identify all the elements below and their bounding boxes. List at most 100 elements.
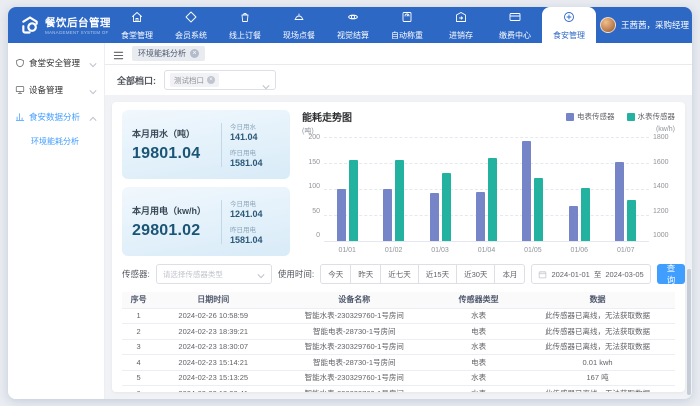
date-start: 2024-01-01 [551,270,589,279]
table-cell: 电表 [437,355,520,371]
axis-tick: 150 [302,159,320,166]
bar-group-01/05 [522,137,543,241]
bar-水表传感器 [581,188,590,241]
nav-item-label: 食堂管理 [121,30,153,41]
nav-item-会员系统[interactable]: 会员系统 [164,7,218,43]
nav-item-label: 自动称重 [391,30,423,41]
table-cell: 2024-02-23 15:13:25 [155,370,271,386]
axis-tick: 1800 [653,134,675,141]
device-icon [15,85,25,95]
search-button[interactable]: 查询 [657,264,685,284]
chart-bars [324,137,649,241]
nav-item-label: 线上订餐 [229,30,261,41]
bar-电表传感器 [337,189,346,241]
nav-item-食安管理[interactable]: 食安管理 [542,7,596,43]
bar-group-01/07 [615,137,636,241]
sensor-filter-label: 传感器: [122,268,150,280]
table-cell: 2024-02-23 18:30:07 [155,339,271,355]
sidebar: 食堂安全管理设备管理食安数据分析环境能耗分析 [8,43,105,399]
axis-tick: 100 [302,183,320,190]
collapse-menu-icon[interactable] [113,48,124,59]
bar-水表传感器 [349,160,358,241]
quick-range-今天[interactable]: 今天 [320,264,351,284]
stall-select[interactable]: 测试档口 × [164,70,276,90]
table-cell: 1 [122,308,155,324]
quick-range-近30天[interactable]: 近30天 [456,264,495,284]
header-nav: 食堂管理会员系统线上订餐 现场点餐视觉结算自动称重 进销存 缴费中心食安管理 [110,7,596,43]
table-cell: 智能电表-28730-1号房间 [271,324,437,340]
axis-tick: 1400 [653,183,675,190]
scrollbar-thumb[interactable] [687,269,691,395]
nav-item-线上订餐[interactable]: 线上订餐 [218,7,272,43]
app-window: 餐饮后台管理系统 MANAGEMENT SYSTEM OF SMART CANT… [8,7,692,399]
tab-environment-energy[interactable]: 环境能耗分析 × [132,46,205,61]
table-cell: 3 [122,339,155,355]
app-title: 餐饮后台管理系统 [45,15,110,30]
table-cell: 水表 [437,386,520,393]
stall-tag-label: 测试档口 [174,75,204,86]
sensor-data-table: 序号日期时间设备名称传感器类型数据 12024-02-26 10:58:59智能… [122,292,675,392]
sidebar-subitem-环境能耗分析[interactable]: 环境能耗分析 [8,130,104,153]
legend-item-水表传感器[interactable]: 水表传感器 [627,111,676,122]
x-tick: 01/05 [524,247,542,254]
x-tick: 01/07 [617,247,635,254]
sidebar-item-食堂安全管理[interactable]: 食堂安全管理 [8,49,104,76]
date-range-picker[interactable]: 2024-01-01 至 2024-03-05 [531,264,650,284]
nav-item-进销存[interactable]: 进销存 [434,7,488,43]
table-body: 12024-02-26 10:58:59智能水表-230329760-1号房间水… [122,308,675,392]
chevron-up-icon [89,114,97,120]
table-cell: 此传感器已离线，无法获取数据 [520,386,675,393]
legend-label: 水表传感器 [638,111,676,122]
legend-item-电表传感器[interactable]: 电表传感器 [566,111,615,122]
stall-filter-label: 全部档口: [117,74,156,87]
content: 本月用水（吨） 19801.04 今日用水 141.04昨日用电 1581.04… [105,95,692,399]
table-header-row: 序号日期时间设备名称传感器类型数据 [122,292,675,308]
stat-detail-label: 昨日用电 [230,224,280,234]
table-row: 22024-02-23 18:39:21智能电表-28730-1号房间电表此传感… [122,324,675,340]
axis-tick: 0 [302,232,320,239]
nav-item-缴费中心[interactable]: 缴费中心 [488,7,542,43]
sensor-type-select[interactable]: 请选择传感器类型 [156,264,272,284]
stall-filterbar: 全部档口: 测试档口 × [105,65,692,95]
bar-group-01/01 [337,137,358,241]
right-axis-ticks: 18001600140012001000 [649,134,675,239]
tab-close-icon[interactable]: × [190,49,199,58]
table-cell: 5 [122,370,155,386]
bar-水表传感器 [627,200,636,241]
table-cell: 2024-02-23 15:14:21 [155,355,271,371]
user-area[interactable]: 王茜茜，采购经理 [596,7,692,43]
nav-item-label: 进销存 [449,30,473,41]
stall-tag-close-icon[interactable]: × [207,76,215,84]
nav-item-食堂管理[interactable]: 食堂管理 [110,7,164,43]
sidebar-item-食安数据分析[interactable]: 食安数据分析 [8,103,104,130]
table-cell: 智能水表-230329760-1号房间 [271,370,437,386]
chevron-down-icon [89,60,97,66]
bar-水表传感器 [488,158,497,241]
table-cell: 2024-02-23 18:39:21 [155,324,271,340]
stat-detail-value: 1581.04 [230,158,280,168]
nav-item-现场点餐[interactable]: 现场点餐 [272,7,326,43]
nav-item-label: 现场点餐 [283,30,315,41]
query-filter-row: 传感器: 请选择传感器类型 使用时间: 今天昨天近七天近15天近30天本月 [122,264,675,284]
sidebar-item-设备管理[interactable]: 设备管理 [8,76,104,103]
user-name: 王茜茜，采购经理 [621,19,689,31]
tabbar: 环境能耗分析 × [105,43,692,65]
quick-range-本月[interactable]: 本月 [494,264,525,284]
vision-icon [347,10,359,28]
table-header-cell: 传感器类型 [437,292,520,308]
quick-range-昨天[interactable]: 昨天 [350,264,381,284]
stat-card: 本月用电（kw/h） 29801.02 今日用电 1241.04昨日用电 158… [122,187,290,256]
chart-legend: 电表传感器 水表传感器 [566,111,675,122]
x-tick: 01/02 [385,247,403,254]
axis-tick: 200 [302,134,320,141]
table-cell: 0.01 kwh [520,355,675,371]
quick-range-近七天[interactable]: 近七天 [380,264,419,284]
quick-range-近15天[interactable]: 近15天 [418,264,457,284]
nav-item-自动称重[interactable]: 自动称重 [380,7,434,43]
inventory-icon [455,10,467,28]
axis-tick: 1000 [653,232,675,239]
stat-detail-value: 1241.04 [230,209,280,219]
table-header-cell: 设备名称 [271,292,437,308]
left-axis-ticks: 200150100500 [302,134,324,239]
nav-item-视觉结算[interactable]: 视觉结算 [326,7,380,43]
